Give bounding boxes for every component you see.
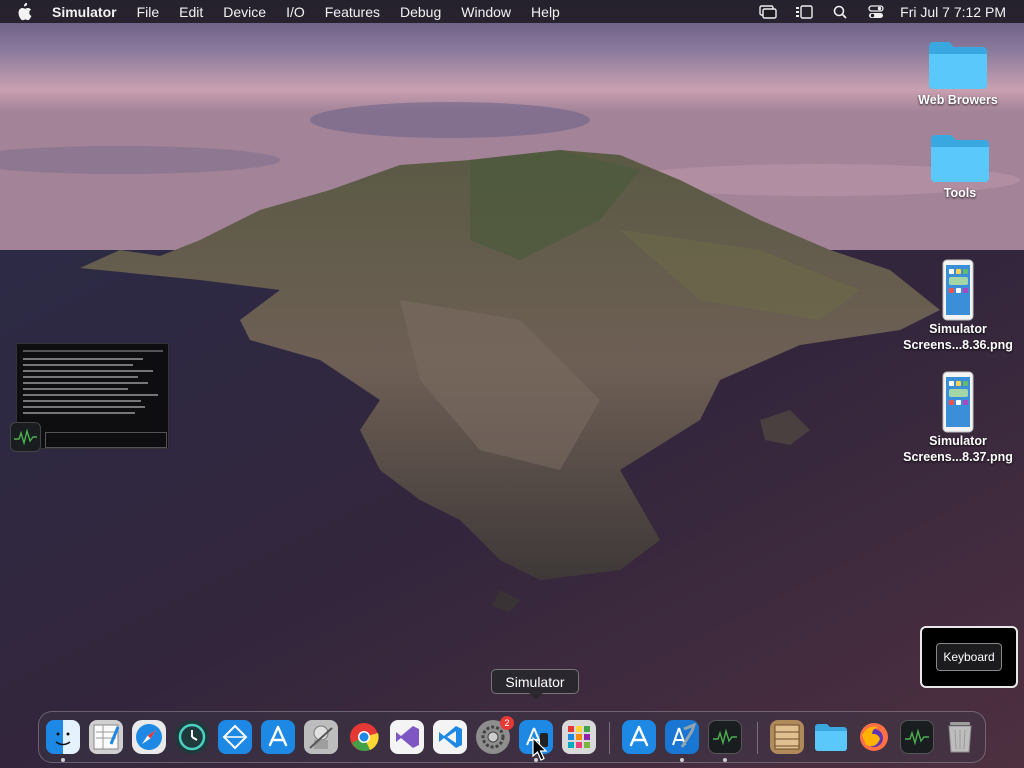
dock-activity-monitor-2-icon[interactable] (900, 720, 934, 754)
desktop-icon-label-line1: Simulator (929, 322, 987, 336)
image-file-icon (898, 371, 1018, 433)
dock-app-store-connect-icon[interactable] (261, 720, 295, 754)
dock-downloads-folder-icon[interactable] (814, 720, 848, 754)
process-row (23, 364, 133, 366)
desktop-file-screenshot-836[interactable]: Simulator Screens...8.36.png (898, 259, 1018, 353)
dock-chrome-icon[interactable] (347, 720, 381, 754)
folder-icon (900, 131, 1020, 185)
menu-debug[interactable]: Debug (400, 4, 441, 20)
menu-file[interactable]: File (137, 4, 160, 20)
dock-archive-utility-icon[interactable] (770, 720, 804, 754)
menu-edit[interactable]: Edit (179, 4, 203, 20)
mouse-cursor-icon (532, 736, 548, 766)
process-row (23, 358, 143, 360)
desktop-icon-label-line2: Screens...8.37.png (903, 450, 1013, 464)
screen-mirroring-icon[interactable] (758, 4, 778, 20)
desktop-folder-web-browsers[interactable]: Web Browers (898, 38, 1018, 108)
dock-instruments-icon[interactable] (218, 720, 252, 754)
menu-help[interactable]: Help (531, 4, 560, 20)
dock-trash-icon[interactable] (943, 720, 977, 754)
keyboard-panel: Keyboard (920, 626, 1018, 688)
process-row (23, 412, 135, 414)
desktop-icon-label-line2: Screens...8.36.png (903, 338, 1013, 352)
dock: 2 (38, 711, 986, 763)
control-center-icon[interactable] (866, 4, 886, 20)
keyboard-button[interactable]: Keyboard (936, 643, 1002, 671)
dock-tooltip: Simulator (491, 669, 579, 694)
menu-device[interactable]: Device (223, 4, 266, 20)
cpu-graph-panel (45, 432, 167, 448)
running-indicator (61, 758, 65, 762)
notification-badge: 2 (500, 716, 514, 730)
process-row (23, 400, 141, 402)
dock-firefox-icon[interactable] (857, 720, 891, 754)
folder-icon (898, 38, 1018, 92)
dock-vscode-icon[interactable] (433, 720, 467, 754)
dock-safari-icon[interactable] (132, 720, 166, 754)
menu-io[interactable]: I/O (286, 4, 305, 20)
process-row (23, 376, 138, 378)
menu-bar: Simulator File Edit Device I/O Features … (0, 0, 1024, 23)
dock-automator-icon[interactable] (304, 720, 338, 754)
menu-window[interactable]: Window (461, 4, 511, 20)
stage-manager-icon[interactable] (794, 4, 814, 20)
dock-activity-monitor-icon[interactable] (708, 720, 742, 754)
dock-time-machine-icon[interactable] (175, 720, 209, 754)
process-row (23, 382, 148, 384)
dock-separator (757, 722, 758, 754)
dock-visual-studio-icon[interactable] (390, 720, 424, 754)
desktop-icon-label: Tools (943, 186, 977, 200)
dock-app-store-icon[interactable] (622, 720, 656, 754)
dock-system-preferences-icon[interactable]: 2 (476, 716, 514, 754)
menu-features[interactable]: Features (325, 4, 380, 20)
desktop-folder-tools[interactable]: Tools (900, 131, 1020, 201)
process-row (23, 406, 145, 408)
spotlight-search-icon[interactable] (830, 4, 850, 20)
process-row (23, 388, 128, 390)
dock-finder-icon[interactable] (46, 720, 80, 754)
dock-separator (609, 722, 610, 754)
image-file-icon (898, 259, 1018, 321)
window-titlebar (23, 350, 163, 352)
desktop-icon-label: Web Browers (918, 93, 998, 107)
menubar-clock[interactable]: Fri Jul 7 7:12 PM (900, 4, 1006, 20)
desktop-icon-label-line1: Simulator (929, 434, 987, 448)
menu-app-name[interactable]: Simulator (52, 4, 117, 20)
apple-menu-icon[interactable] (16, 2, 34, 21)
desktop-file-screenshot-837[interactable]: Simulator Screens...8.37.png (898, 371, 1018, 465)
dock-script-editor-icon[interactable] (89, 720, 123, 754)
tooltip-arrow (529, 693, 543, 700)
activity-monitor-icon[interactable] (10, 422, 41, 452)
running-indicator (723, 758, 727, 762)
process-row (23, 394, 158, 396)
dock-launchpad-icon[interactable] (562, 720, 596, 754)
process-row (23, 370, 153, 372)
running-indicator (680, 758, 684, 762)
dock-xcode-icon[interactable] (665, 720, 699, 754)
